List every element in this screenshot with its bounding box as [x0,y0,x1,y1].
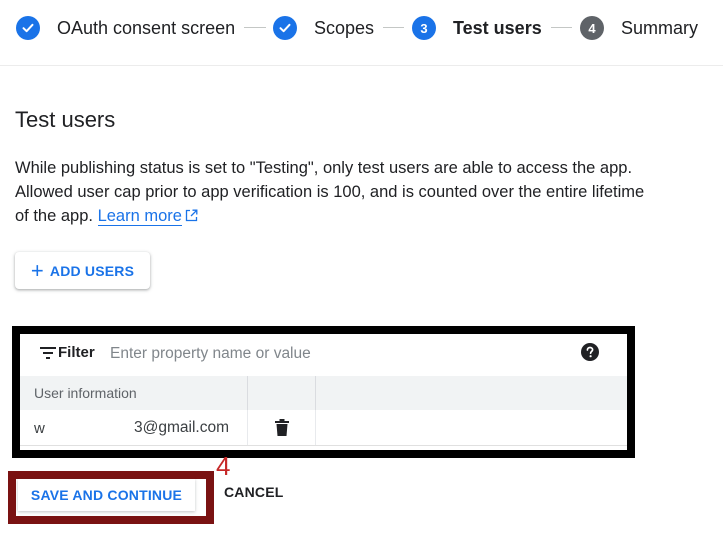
external-link-icon [185,205,198,229]
stepper: OAuth consent screen Scopes 3 Test users… [0,0,723,66]
step-test-users[interactable]: 3 Test users [412,14,542,42]
learn-more-link[interactable]: Learn more [97,207,182,226]
check-icon [273,16,297,40]
step-label: Test users [453,17,542,38]
step-connector [383,27,404,28]
highlight-box-table [12,326,635,458]
cancel-button[interactable]: CANCEL [224,484,284,500]
step-oauth-consent-screen[interactable]: OAuth consent screen [16,14,235,42]
save-and-continue-button[interactable]: SAVE AND CONTINUE [18,479,195,511]
plus-icon: + [30,257,44,283]
step-summary[interactable]: 4 Summary [580,14,698,42]
step-scopes[interactable]: Scopes [273,14,374,42]
step-label: Summary [621,17,699,38]
page-title: Test users [15,107,116,132]
step-label: OAuth consent screen [57,17,236,38]
step-connector [551,27,572,28]
step-label: Scopes [314,17,375,38]
step-number: 4 [580,16,604,40]
check-icon [16,16,40,40]
step-number: 3 [412,16,436,40]
step-connector [244,27,266,28]
add-users-label: ADD USERS [49,262,135,279]
description: While publishing status is set to "Testi… [15,156,655,229]
annotation-label: 4 [216,451,231,481]
add-users-button[interactable]: + ADD USERS [15,252,150,289]
learn-more-label: Learn more [97,207,182,225]
